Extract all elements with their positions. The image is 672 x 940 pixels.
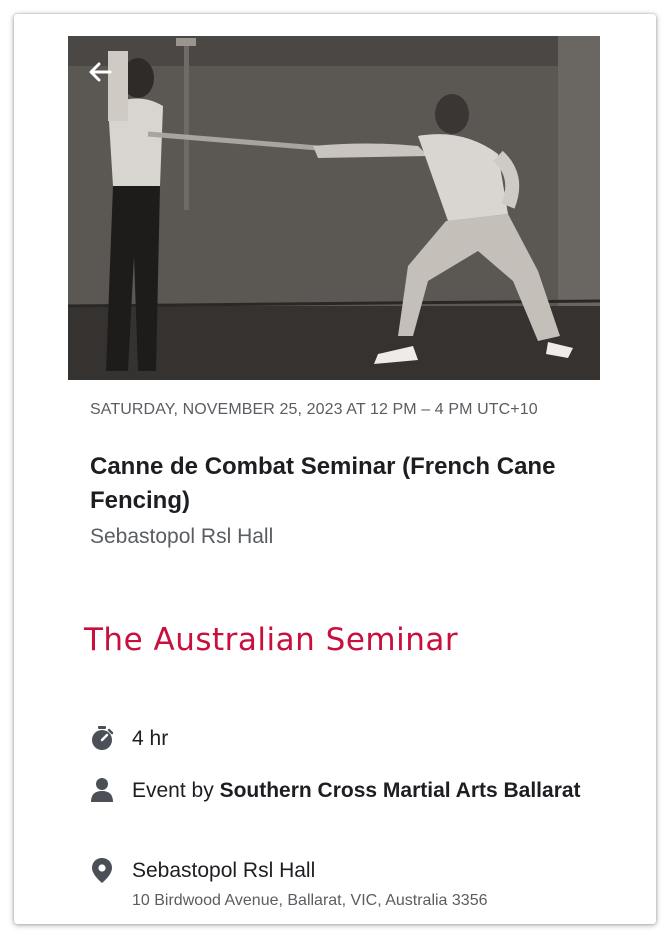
map-pin-icon — [92, 858, 112, 883]
back-button[interactable] — [84, 56, 116, 88]
host-prefix: Event by — [132, 779, 220, 802]
fencers-illustration — [68, 36, 600, 380]
event-title: Canne de Combat Seminar (French Cane Fen… — [90, 453, 556, 514]
event-venue[interactable]: Sebastopol Rsl Hall — [90, 522, 273, 552]
arrow-left-icon — [89, 62, 112, 82]
location-name: Sebastopol Rsl Hall — [132, 859, 316, 882]
event-date-time: SATURDAY, NOVEMBER 25, 2023 AT 12 PM – 4… — [90, 401, 538, 418]
host-name-link[interactable]: Southern Cross Martial Arts Ballarat — [220, 779, 581, 802]
person-icon — [91, 778, 113, 802]
location-address: 10 Birdwood Avenue, Ballarat, VIC, Austr… — [132, 892, 488, 909]
stopwatch-icon — [92, 726, 114, 750]
duration-text: 4 hr — [132, 727, 169, 750]
host-text: Event by Southern Cross Martial Arts Bal… — [132, 776, 582, 806]
event-cover-photo — [68, 36, 600, 380]
banner-heading: The Australian Seminar — [84, 622, 459, 658]
event-card: SATURDAY, NOVEMBER 25, 2023 AT 12 PM – 4… — [14, 14, 656, 924]
